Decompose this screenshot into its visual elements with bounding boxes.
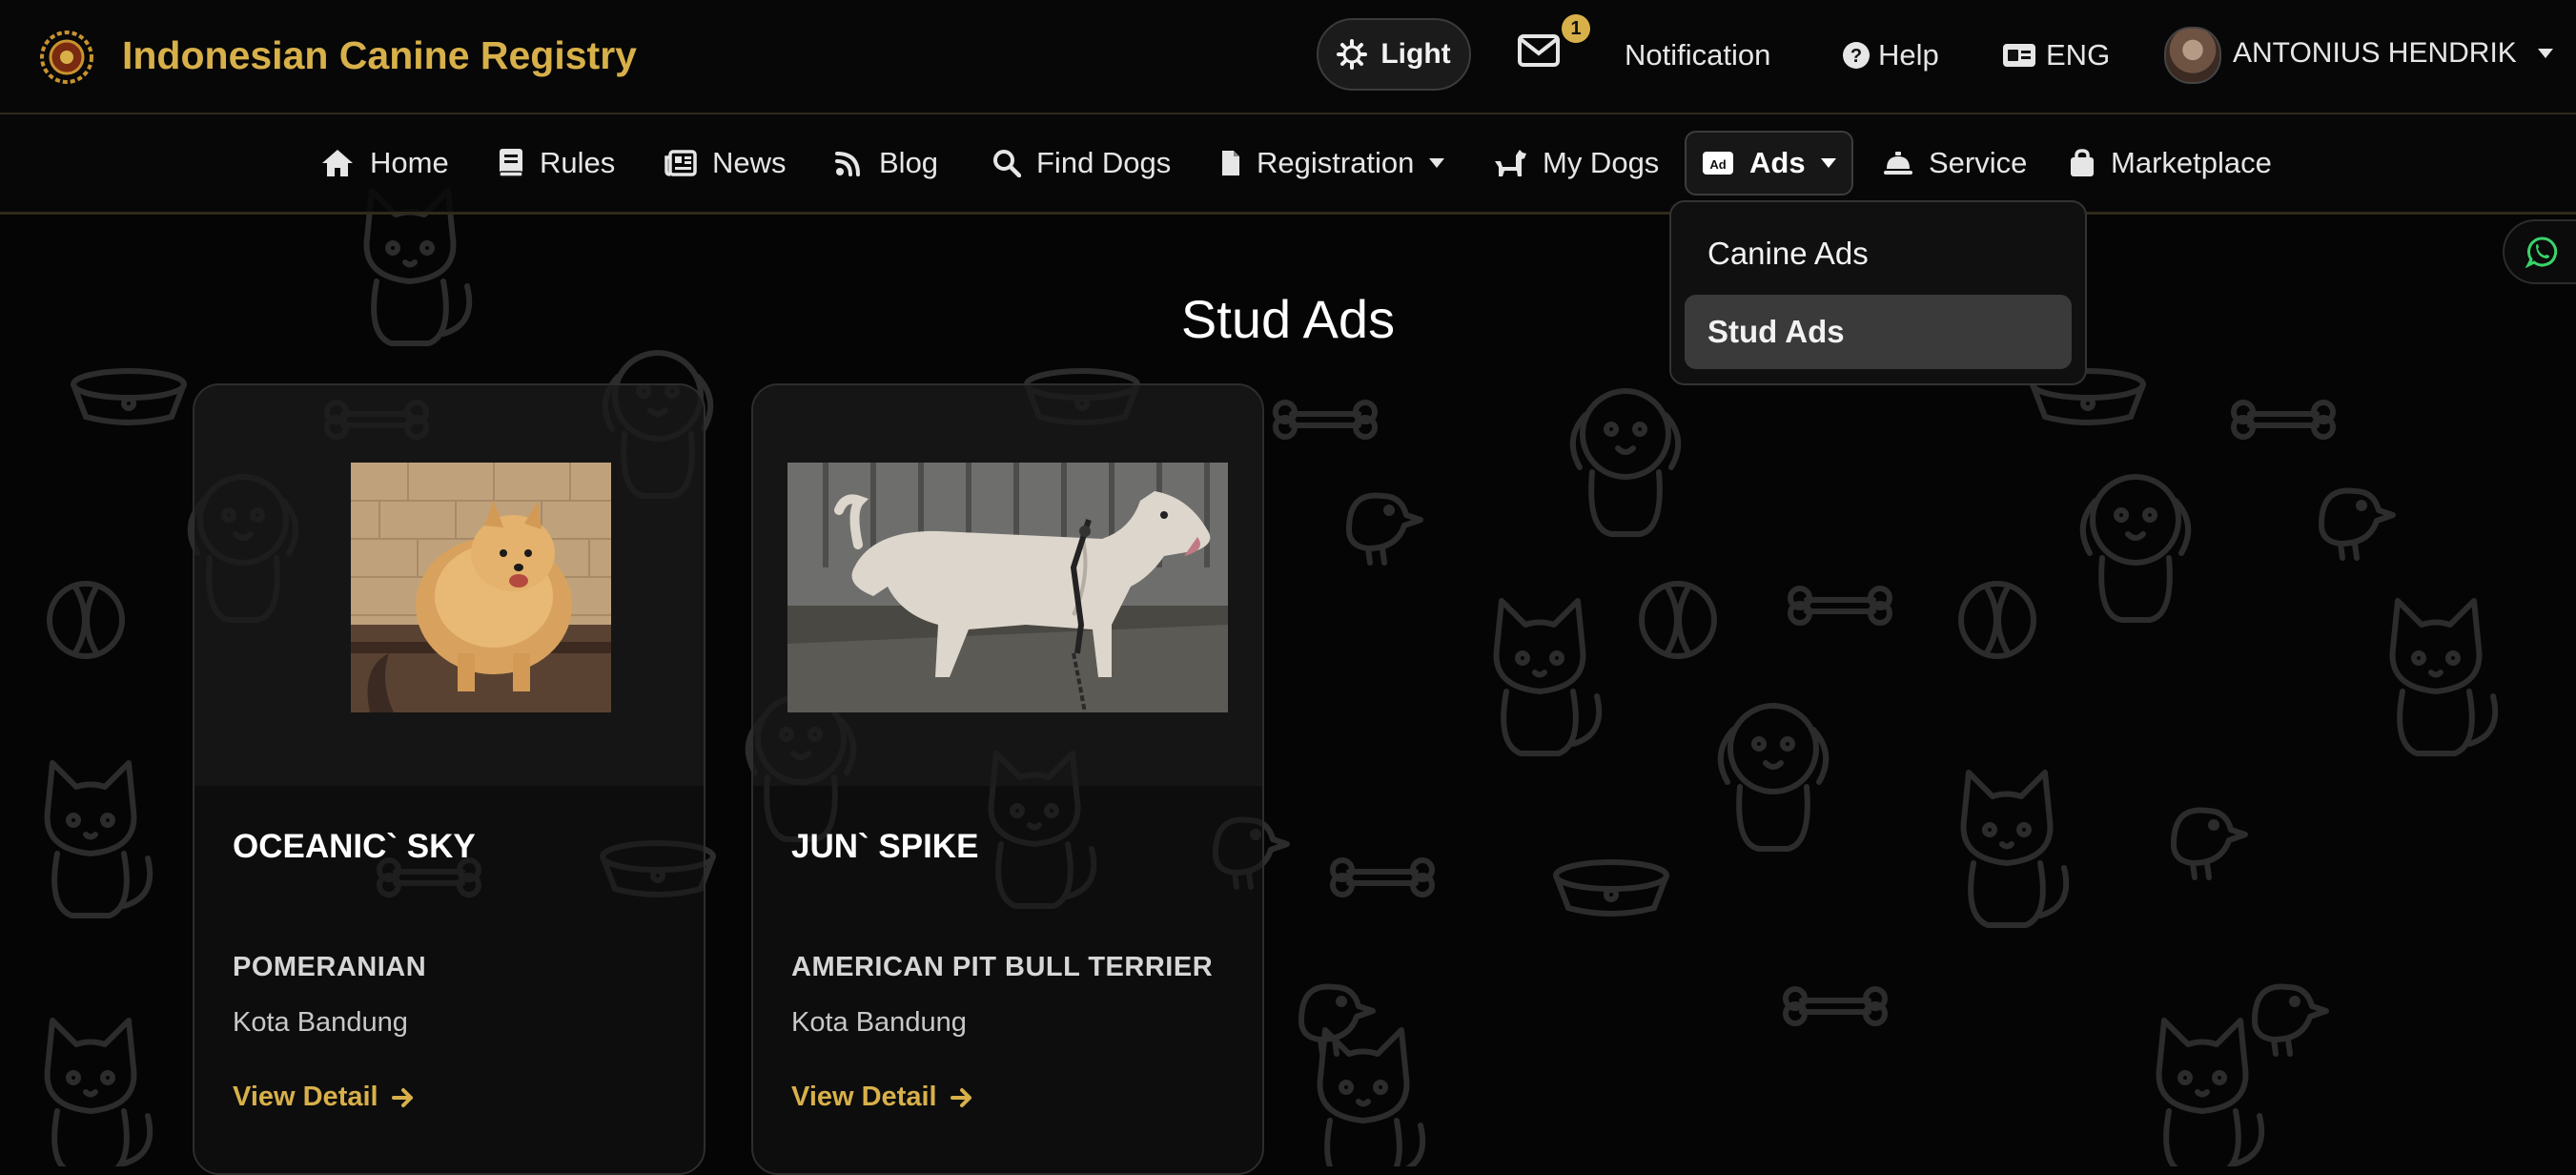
- dog-photo[interactable]: [787, 463, 1228, 712]
- dog-breed: AMERICAN PIT BULL TERRIER: [791, 952, 1214, 982]
- ad-icon: Ad: [1703, 152, 1733, 175]
- nav-rules[interactable]: Rules: [498, 131, 615, 196]
- user-name: ANTONIUS HENDRIK: [2233, 37, 2517, 69]
- theme-toggle-button[interactable]: Light: [1317, 18, 1471, 91]
- dog-breed: POMERANIAN: [233, 952, 427, 982]
- messages-button[interactable]: [1518, 34, 1560, 72]
- nav-news-label: News: [712, 146, 787, 179]
- nav-service[interactable]: Service: [1883, 131, 2027, 196]
- nav-ads-label: Ads: [1749, 146, 1806, 179]
- language-label: ENG: [2046, 38, 2111, 72]
- nav-registration[interactable]: Registration: [1220, 131, 1445, 196]
- nav-news[interactable]: News: [664, 131, 787, 196]
- caret-down-icon: [2537, 49, 2553, 58]
- stud-ad-card[interactable]: OCEANIC` SKY POMERANIAN Kota Bandung Vie…: [193, 383, 705, 1175]
- nav-rules-label: Rules: [540, 146, 616, 179]
- sun-gear-icon: [1337, 39, 1368, 70]
- search-icon: [993, 150, 1021, 177]
- dropdown-item-stud-ads[interactable]: Stud Ads: [1685, 295, 2072, 369]
- help-label: Help: [1878, 38, 1939, 72]
- bell-service-icon: [1884, 152, 1912, 175]
- arrow-right-icon: [950, 1087, 971, 1107]
- file-icon: [1222, 151, 1239, 175]
- dog-location: Kota Bandung: [233, 1007, 408, 1038]
- user-avatar[interactable]: [2164, 27, 2221, 84]
- stud-ad-card[interactable]: JUN` SPIKE AMERICAN PIT BULL TERRIER Kot…: [751, 383, 1264, 1175]
- language-selector[interactable]: ENG: [2002, 36, 2110, 74]
- top-bar: Indonesian Canine Registry Light 1 Notif…: [0, 0, 2576, 114]
- nav-ads[interactable]: Ad Ads: [1685, 131, 1853, 196]
- view-detail-label: View Detail: [233, 1082, 378, 1112]
- nav-service-label: Service: [1929, 146, 2028, 179]
- ads-dropdown-menu: Canine Ads Stud Ads: [1669, 200, 2087, 385]
- nav-blog-label: Blog: [879, 146, 939, 179]
- dog-location: Kota Bandung: [791, 1007, 967, 1038]
- notification-link[interactable]: Notification: [1625, 36, 1770, 74]
- page-title: Stud Ads: [1180, 289, 1396, 349]
- whatsapp-icon: [2525, 237, 2558, 268]
- nav-home-label: Home: [370, 146, 449, 179]
- nav-find-dogs[interactable]: Find Dogs: [992, 131, 1171, 196]
- nav-registration-label: Registration: [1257, 146, 1415, 179]
- home-icon: [322, 150, 353, 176]
- question-circle-icon: ?: [1843, 42, 1870, 69]
- svg-text:Ad: Ad: [1709, 157, 1726, 172]
- view-detail-label: View Detail: [791, 1082, 937, 1112]
- book-icon: [499, 149, 523, 177]
- nav-my-dogs[interactable]: My Dogs: [1493, 131, 1659, 196]
- brand-title[interactable]: Indonesian Canine Registry: [122, 29, 637, 82]
- dog-icon: [1495, 150, 1526, 176]
- dog-name: JUN` SPIKE: [791, 828, 979, 865]
- dog-photo[interactable]: [351, 463, 611, 712]
- nav-marketplace-label: Marketplace: [2111, 146, 2272, 179]
- view-detail-link[interactable]: View Detail: [233, 1082, 415, 1113]
- language-card-icon: [2003, 44, 2035, 67]
- shopping-bag-icon: [2071, 149, 2094, 176]
- newspaper-icon: [664, 150, 697, 176]
- caret-down-icon: [1429, 158, 1445, 168]
- svg-text:?: ?: [1850, 46, 1862, 67]
- envelope-icon: [1518, 34, 1560, 67]
- help-link[interactable]: ? Help: [1842, 36, 1939, 74]
- blog-icon: [835, 152, 860, 176]
- dropdown-item-canine-ads[interactable]: Canine Ads: [1685, 216, 2072, 291]
- nav-my-dogs-label: My Dogs: [1543, 146, 1660, 179]
- caret-down-icon: [1820, 158, 1836, 168]
- user-menu[interactable]: ANTONIUS HENDRIK: [2233, 34, 2553, 72]
- nav-blog[interactable]: Blog: [833, 131, 938, 196]
- whatsapp-float-button[interactable]: [2503, 219, 2576, 284]
- message-count-badge: 1: [1562, 14, 1590, 43]
- nav-home[interactable]: Home: [320, 131, 449, 196]
- nav-find-dogs-label: Find Dogs: [1036, 146, 1172, 179]
- arrow-right-icon: [391, 1087, 413, 1107]
- main-nav: Home Rules News Blog Find Dogs Registrat…: [0, 114, 2576, 215]
- theme-toggle-label: Light: [1380, 38, 1451, 70]
- registry-logo-icon[interactable]: [38, 29, 95, 86]
- view-detail-link[interactable]: View Detail: [791, 1082, 973, 1113]
- dog-name: OCEANIC` SKY: [233, 828, 476, 865]
- nav-marketplace[interactable]: Marketplace: [2069, 131, 2272, 196]
